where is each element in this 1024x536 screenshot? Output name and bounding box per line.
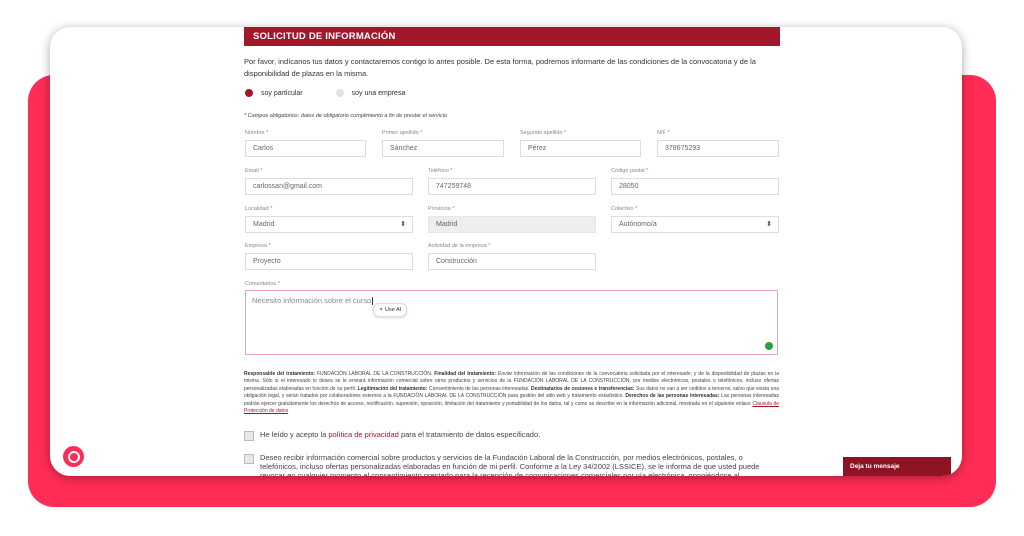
radio-unchecked-icon	[335, 89, 344, 97]
privacy-pre: He leído y acepto la	[260, 430, 329, 439]
comentarios-textarea[interactable]: Necesito información sobre el curso ✦ Us…	[245, 290, 778, 355]
telefono-input[interactable]: 747259748	[428, 178, 596, 195]
chat-close-icon[interactable]	[951, 457, 962, 476]
provincia-label: Provincia *	[428, 206, 455, 212]
colectivo-select[interactable]: Autónomo/a ⬍	[611, 216, 779, 233]
marketing-checkbox[interactable]	[244, 454, 254, 464]
cp-input[interactable]: 28050	[611, 178, 779, 195]
form-header: SOLICITUD DE INFORMACIÓN	[244, 27, 780, 46]
legal-text-3: Consentimiento de las personas interesad…	[427, 385, 531, 392]
sparkle-icon: ✦	[378, 307, 384, 313]
privacy-consent-text: He leído y acepto la política de privaci…	[260, 430, 540, 439]
legal-title-3: Legitimación del tratamiento:	[357, 385, 428, 392]
localidad-select[interactable]: Madrid ⬍	[245, 216, 413, 233]
marketing-consent-text: Deseo recibir información comercial sobr…	[260, 453, 760, 476]
empresa-input[interactable]: Proyecto	[245, 253, 413, 270]
radio-checked-icon	[245, 89, 253, 97]
nombre-input[interactable]: Carlos	[245, 140, 366, 157]
select-arrows-icon: ⬍	[400, 221, 406, 228]
empresa-label: Empresa *	[245, 243, 271, 249]
comentarios-text: Necesito información sobre el curso	[252, 296, 372, 305]
apellido1-input[interactable]: Sánchez	[382, 140, 504, 157]
chat-widget-tab[interactable]: Deja tu mensaje	[843, 457, 962, 476]
chat-label: Deja tu mensaje	[850, 463, 900, 470]
text-caret	[372, 297, 374, 306]
actividad-input[interactable]: Construcción	[428, 253, 596, 270]
legal-title-4: Destinatarios de cesiones e transferenci…	[531, 385, 635, 392]
nombre-label: Nombre *	[245, 130, 269, 136]
provincia-input: Madrid	[428, 216, 596, 233]
apellido2-input[interactable]: Pérez	[520, 140, 641, 157]
comentarios-label: Comentarios *	[245, 281, 280, 287]
nif-label: NIF *	[657, 130, 670, 136]
apellido2-label: Segundo apellido *	[520, 130, 567, 136]
apellido1-label: Primer apellido *	[382, 130, 423, 136]
info-request-form: SOLICITUD DE INFORMACIÓN Por favor, indí…	[244, 27, 780, 476]
nif-input[interactable]: 37867529​3	[657, 140, 779, 157]
telefono-label: Teléfono *	[428, 168, 453, 174]
form-intro: Por favor, indícanos tus datos y contact…	[244, 57, 756, 78]
privacy-checkbox[interactable]	[244, 431, 254, 441]
legal-title-5: Derechos de las personas interesadas:	[625, 393, 720, 400]
type-radio-group: soy particular soy una empresa	[245, 89, 438, 97]
grammar-assistant-icon[interactable]	[765, 342, 773, 350]
email-label: Email *	[245, 168, 263, 174]
privacy-post: para el tratamiento de datos especificad…	[398, 430, 541, 439]
legal-title-1: Responsable del tratamiento:	[244, 371, 316, 377]
colectivo-value: Autónomo/a	[619, 221, 657, 228]
actividad-label: Actividad de la empresa *	[428, 243, 491, 249]
privacy-consent: He leído y acepto la política de privaci…	[244, 430, 540, 441]
localidad-label: Localidad *	[245, 206, 273, 212]
data-protection-text: Responsable del tratamiento: FUNDACIÓN L…	[244, 371, 779, 415]
browser-frame: SOLICITUD DE INFORMACIÓN Por favor, indí…	[50, 27, 962, 476]
marketing-consent: Deseo recibir información comercial sobr…	[244, 453, 779, 476]
privacy-policy-link[interactable]: política de privacidad	[328, 430, 398, 439]
accessibility-button[interactable]	[63, 446, 84, 467]
email-input[interactable]: carlossan@gmail.com	[245, 178, 413, 195]
localidad-value: Madrid	[253, 221, 275, 228]
select-arrows-icon: ⬍	[766, 221, 772, 228]
legal-title-2: Finalidad del tratamiento:	[434, 371, 497, 377]
radio-particular-label: soy particular	[261, 89, 303, 97]
radio-particular[interactable]: soy particular	[245, 89, 303, 97]
colectivo-label: Colectivo *	[611, 206, 638, 212]
use-ai-label: Use AI	[384, 307, 402, 313]
radio-empresa-label: soy una empresa	[351, 89, 406, 97]
cp-label: Código postal *	[611, 168, 649, 174]
radio-empresa[interactable]: soy una empresa	[335, 89, 406, 97]
legal-text-1: FUNDACIÓN LABORAL DE LA CONSTRUCCIÓN.	[315, 371, 435, 377]
use-ai-button[interactable]: ✦ Use AI	[373, 303, 407, 317]
required-note: * Campos obligatorios: datos de obligato…	[244, 113, 447, 119]
fingerprint-icon	[67, 450, 80, 463]
